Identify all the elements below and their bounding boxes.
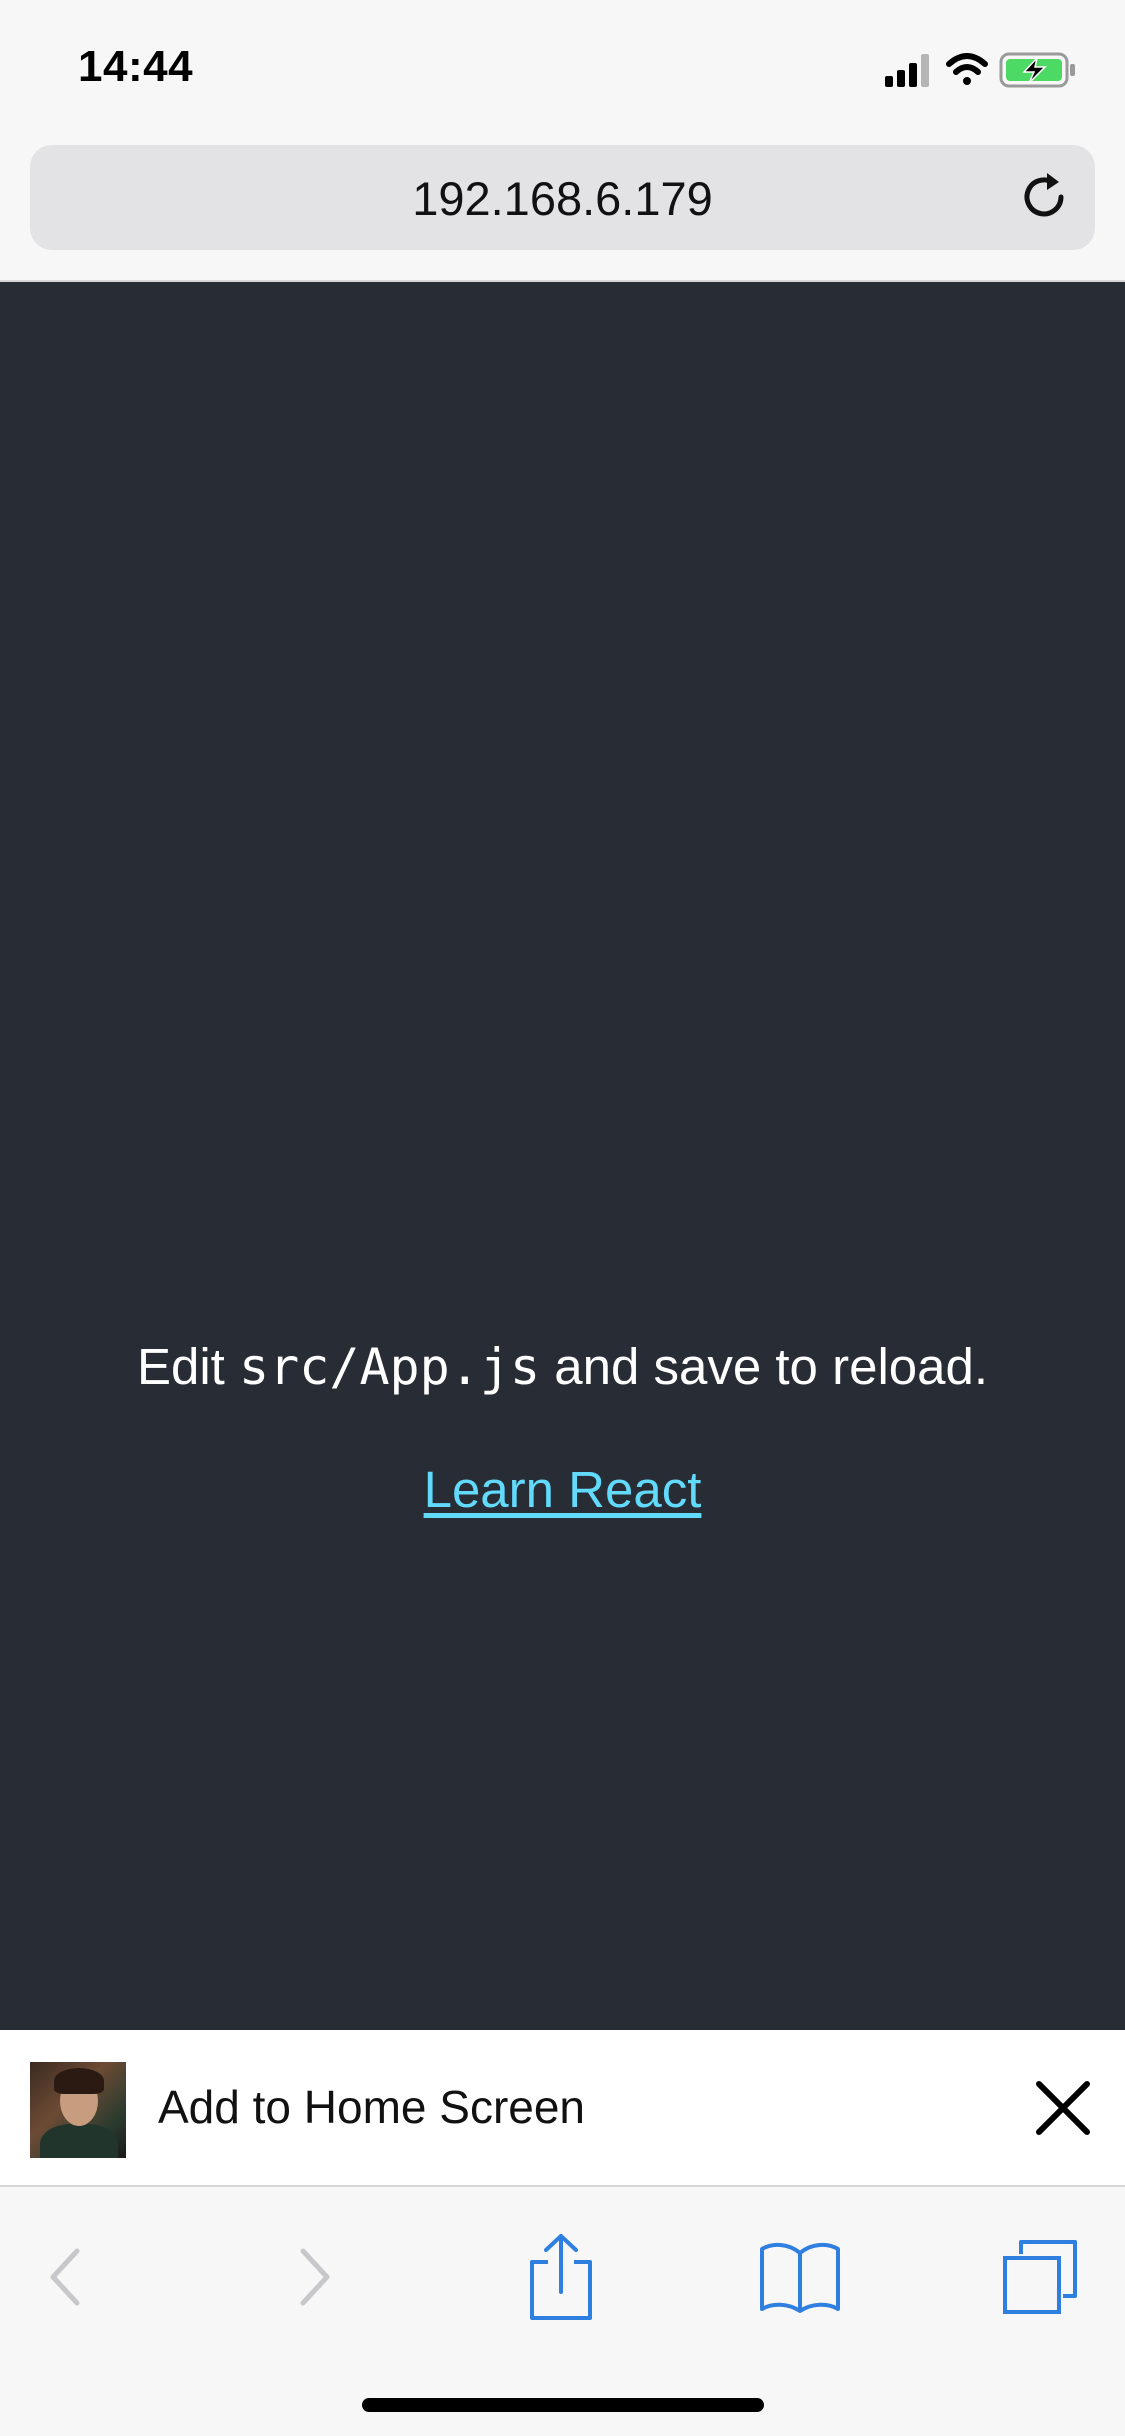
wifi-icon	[946, 53, 988, 85]
edit-instructions: Edit src/App.js and save to reload.	[0, 1337, 1125, 1396]
tabs-icon	[1003, 2240, 1077, 2314]
cellular-signal-icon	[885, 54, 929, 87]
web-content: Edit src/App.js and save to reload. Lear…	[0, 282, 1125, 2030]
home-indicator[interactable]	[362, 2398, 764, 2412]
edit-prefix: Edit	[136, 1338, 240, 1395]
address-bar[interactable]: 192.168.6.179	[30, 145, 1095, 250]
url-text[interactable]: 192.168.6.179	[30, 171, 1095, 226]
back-button[interactable]	[15, 2227, 115, 2327]
edit-code: src/App.js	[239, 1338, 541, 1396]
screen: 14:44 192.168.6.179 Edit src/App.js and …	[0, 0, 1125, 2436]
reload-button[interactable]	[1017, 169, 1073, 225]
learn-react-link[interactable]: Learn React	[0, 1460, 1125, 1519]
edit-suffix: and save to reload.	[540, 1338, 989, 1395]
bookmarks-icon	[760, 2242, 840, 2313]
forward-icon	[300, 2248, 330, 2306]
status-time: 14:44	[78, 42, 194, 91]
forward-button[interactable]	[265, 2227, 365, 2327]
status-bar: 14:44	[0, 0, 1125, 135]
bookmarks-button[interactable]	[750, 2227, 850, 2327]
share-button[interactable]	[511, 2227, 611, 2327]
share-icon	[530, 2234, 592, 2320]
tabs-button[interactable]	[990, 2227, 1090, 2327]
app-icon-thumbnail	[30, 2062, 126, 2158]
banner-label[interactable]: Add to Home Screen	[158, 2080, 585, 2134]
close-icon	[1036, 2081, 1090, 2135]
banner-close-button[interactable]	[1033, 2078, 1093, 2138]
battery-charging-icon	[999, 52, 1075, 88]
back-icon	[50, 2248, 80, 2306]
reload-icon	[1024, 173, 1064, 217]
add-to-home-screen-banner[interactable]: Add to Home Screen	[0, 2030, 1125, 2185]
status-icons	[885, 50, 1085, 90]
